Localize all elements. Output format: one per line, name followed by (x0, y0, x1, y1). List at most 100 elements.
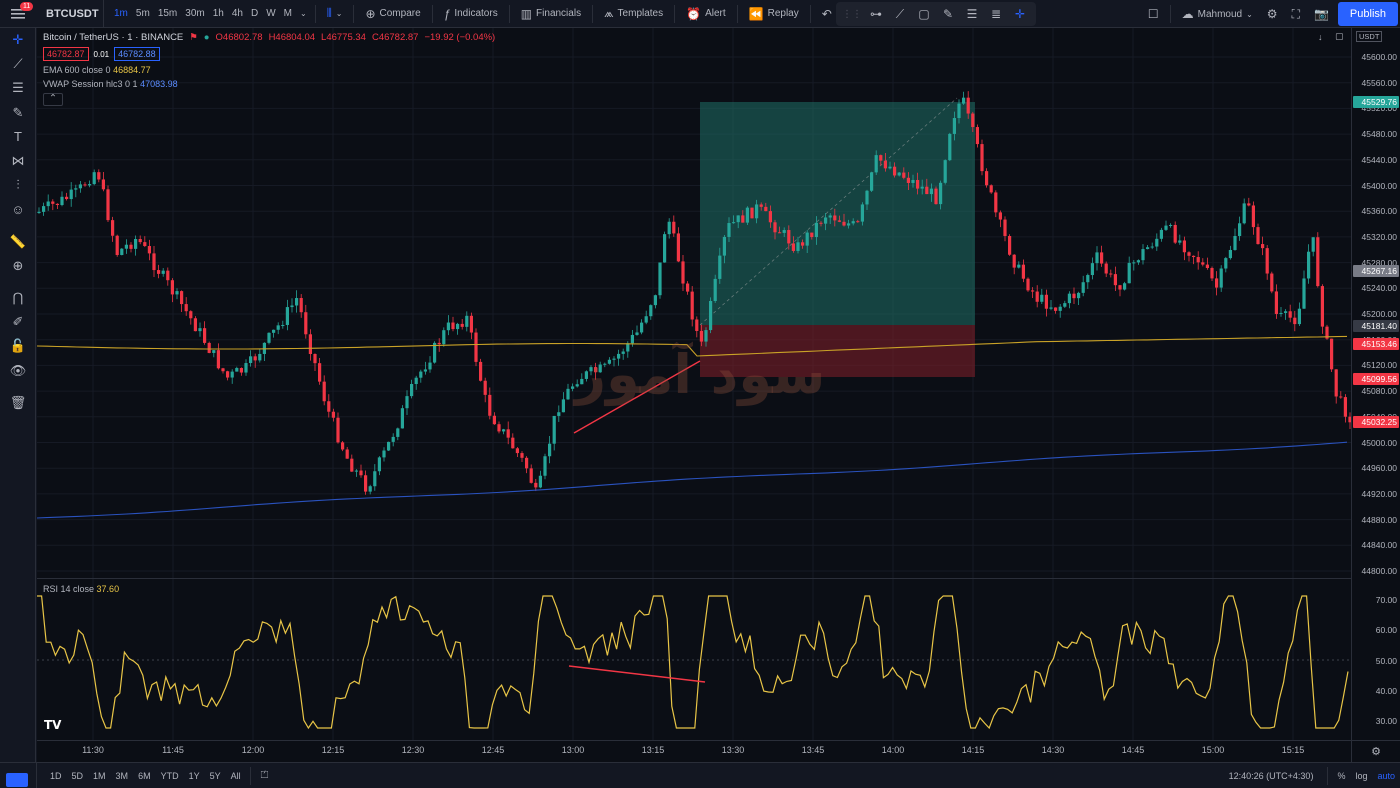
templates-button[interactable]: ⩕ Templates (597, 0, 670, 28)
range-1d[interactable]: 1D (45, 771, 67, 781)
publish-button[interactable]: Publish (1337, 2, 1398, 26)
price-tag[interactable]: 45153.46 (1353, 337, 1399, 350)
candle-body (322, 381, 326, 402)
user-menu-button[interactable]: ☁ Mahmoud ⌄ (1175, 0, 1260, 28)
window-icon[interactable] (6, 773, 28, 787)
financials-button[interactable]: ▥ Financials (514, 0, 588, 28)
alert-button[interactable]: ⏰ Alert (679, 0, 733, 28)
interval-m[interactable]: M (280, 0, 296, 28)
candle-body (138, 238, 142, 243)
trash-icon[interactable]: 🗑 (0, 391, 36, 415)
snapshot-button[interactable]: 📷 (1307, 0, 1336, 28)
interval-d[interactable]: D (247, 0, 262, 28)
magnet-tool-icon[interactable]: ⋂ (0, 286, 36, 310)
candle-body (1297, 308, 1301, 325)
price-tag[interactable]: 45267.16 (1353, 264, 1399, 277)
price-tag[interactable]: 45099.56 (1353, 372, 1399, 385)
eye-icon[interactable]: 👁 (0, 358, 36, 382)
lock-icon[interactable]: 🔓 (0, 334, 36, 358)
crosshair-icon[interactable]: ✛ (1010, 7, 1030, 21)
prediction-tool-icon[interactable]: ⫶ (0, 173, 36, 197)
rectangle-icon[interactable]: ▢ (914, 7, 934, 21)
interval-5m[interactable]: 5m (132, 0, 154, 28)
price-tick-label: 45360.00 (1361, 206, 1397, 217)
interval-1m[interactable]: 1m (110, 0, 132, 28)
cursor-tool-icon[interactable]: ✛ (0, 28, 36, 52)
range-1m[interactable]: 1M (88, 771, 111, 781)
goto-date-icon[interactable]: ⏍ (255, 770, 275, 781)
range-5y[interactable]: 5Y (205, 771, 226, 781)
ask-price-button[interactable]: 46782.88 (114, 47, 160, 61)
range-all[interactable]: All (226, 771, 246, 781)
fib-tool-icon[interactable]: ☰ (0, 76, 36, 100)
candle-body (1307, 251, 1311, 279)
range-ytd[interactable]: YTD (156, 771, 184, 781)
axis-settings-button[interactable]: ⚙ (1351, 740, 1400, 762)
auto-scale-toggle[interactable]: auto (1372, 771, 1400, 781)
price-tag[interactable]: 45181.40 (1353, 319, 1399, 332)
tradingview-logo[interactable]: 𝗧𝗩 (44, 718, 61, 732)
candle-body (488, 394, 492, 416)
trend-line-icon[interactable]: ⟋ (890, 7, 910, 22)
vwap-legend[interactable]: VWAP Session hlc3 0 1 47083.98 (43, 79, 495, 89)
pane-divider[interactable] (37, 578, 1351, 579)
candle-body (373, 471, 377, 487)
horizontal-line-icon[interactable]: ⊶ (866, 7, 886, 21)
bid-price-button[interactable]: 46782.87 (43, 47, 89, 61)
percent-scale-toggle[interactable]: % (1332, 771, 1350, 781)
clock-readout[interactable]: 12:40:26 (UTC+4:30) (1229, 771, 1324, 781)
price-tag[interactable]: 45529.76 (1353, 96, 1399, 109)
log-scale-toggle[interactable]: log (1350, 771, 1372, 781)
price-tag[interactable]: 45032.25 (1353, 415, 1399, 428)
rsi-legend[interactable]: RSI 14 close 37.60 (43, 584, 119, 594)
maximize-pane-icon[interactable]: ▢ (1335, 31, 1344, 42)
settings-button[interactable]: ⚙ (1260, 0, 1285, 28)
chevron-down-icon[interactable]: ⌄ (296, 0, 311, 28)
interval-30m[interactable]: 30m (181, 0, 208, 28)
range-3m[interactable]: 3M (111, 771, 134, 781)
symbol-search-button[interactable]: BTCUSDT (36, 0, 104, 28)
symbol-title[interactable]: Bitcoin / TetherUS · 1 · BINANCE (43, 32, 183, 43)
layout-button[interactable]: ☐ (1141, 0, 1166, 28)
candle-body (1238, 223, 1242, 237)
download-icon[interactable]: ↓ (1318, 32, 1323, 42)
flag-icon[interactable]: ⚑ (189, 32, 198, 43)
interval-w[interactable]: W (262, 0, 279, 28)
top-toolbar: 11 BTCUSDT 1m 5m 15m 30m 1h 4h D W M ⌄ ⫴ ⌄ ⊕ Compar… (0, 0, 1400, 28)
collapse-legend-button[interactable]: ⌃ (43, 93, 63, 106)
emoji-tool-icon[interactable]: ☺ (0, 197, 36, 221)
fullscreen-button[interactable]: ⛶ (1285, 0, 1307, 28)
compare-button[interactable]: ⊕ Compare (358, 0, 427, 28)
lock-drawing-mode-icon[interactable]: ✐ (0, 310, 36, 334)
text-tool-icon[interactable]: T (0, 125, 36, 149)
candle-body (327, 401, 331, 412)
trend-line-tool-icon[interactable]: ⟋ (0, 52, 36, 76)
ruler-tool-icon[interactable]: 📏 (0, 230, 36, 254)
time-axis[interactable]: 11:30 11:45 12:00 12:15 12:30 12:45 13:00 13:15… (37, 740, 1384, 762)
zoom-tool-icon[interactable]: ⊕ (0, 254, 36, 278)
replay-button[interactable]: ⏪ Replay (742, 0, 806, 28)
range-6m[interactable]: 6M (133, 771, 156, 781)
bottom-toolbar: 1D 5D 1M 3M 6M YTD 1Y 5Y All ⏍ 12:40:26 (UTC+4:3… (37, 762, 1400, 788)
pattern-tool-icon[interactable]: ⋈ (0, 149, 36, 173)
brush-icon[interactable]: ✎ (938, 7, 958, 21)
candle-body (515, 448, 519, 454)
range-5d[interactable]: 5D (67, 771, 89, 781)
fib-levels-icon[interactable]: ☰ (962, 7, 982, 21)
indicators-button[interactable]: ƒ Indicators (437, 0, 505, 28)
ema-legend[interactable]: EMA 600 close 0 46884.77 (43, 65, 495, 75)
parallel-channel-icon[interactable]: ≣ (986, 7, 1006, 21)
drag-handle-icon[interactable]: ⋮⋮ (842, 9, 862, 20)
chart-type-button[interactable]: ⫴ ⌄ (320, 0, 350, 28)
range-1y[interactable]: 1Y (184, 771, 205, 781)
main-menu-button[interactable]: 11 (0, 0, 36, 28)
currency-label[interactable]: USDT (1356, 31, 1383, 42)
candle-body (157, 270, 161, 274)
interval-4h[interactable]: 4h (228, 0, 247, 28)
brush-tool-icon[interactable]: ✎ (0, 101, 36, 125)
candle-body (1247, 203, 1251, 206)
interval-1h[interactable]: 1h (209, 0, 228, 28)
time-tick-label: 15:00 (1201, 745, 1225, 755)
price-axis[interactable]: USDT 45600.00 45560.00 45520.00 45480.00 454… (1351, 28, 1400, 740)
interval-15m[interactable]: 15m (154, 0, 181, 28)
